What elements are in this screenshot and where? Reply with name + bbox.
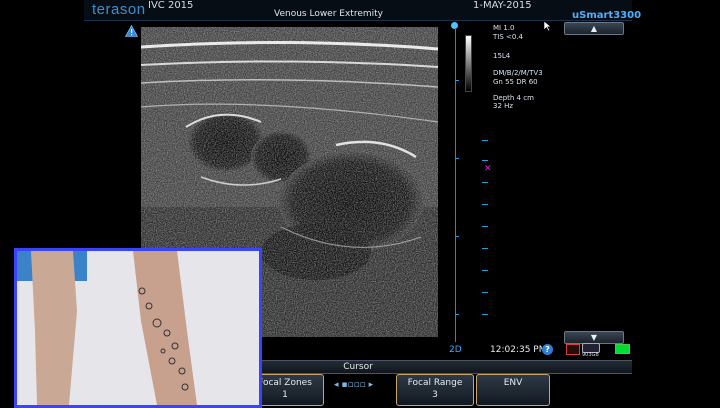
focal-range-label: Focal Range	[407, 378, 463, 388]
focus-tick	[482, 140, 488, 141]
battery-icon	[615, 344, 630, 354]
focus-tick	[482, 314, 488, 315]
focus-tick	[482, 160, 488, 161]
scroll-up-button[interactable]: ▲	[564, 22, 624, 35]
mi-readout: MI 1.0	[493, 24, 515, 32]
storage-readout: 903GB	[582, 352, 599, 358]
focal-zone-marker-icon: ✕	[484, 164, 492, 174]
imaging-mode: 2D	[449, 345, 462, 355]
env-label: ENV	[503, 378, 523, 388]
webcam-overlay	[14, 248, 262, 408]
focal-range-value: 3	[432, 390, 438, 400]
exam-date: 1-MAY-2015	[473, 0, 532, 11]
focus-tick	[482, 292, 488, 293]
tis-readout: TIS <0.4	[493, 33, 524, 41]
focal-range-button[interactable]: Focal Range 3	[396, 374, 474, 406]
depth-tick	[455, 80, 459, 81]
depth-readout: Depth 4 cm	[493, 94, 534, 102]
clock: 12:02:35 PM	[490, 345, 547, 355]
gain-readout: Gn 55 DR 60	[493, 78, 538, 86]
focus-tick	[482, 182, 488, 183]
focus-tick	[482, 270, 488, 271]
mouse-pointer-icon	[543, 20, 552, 32]
exam-title: Venous Lower Extremity	[274, 9, 383, 19]
patient-id: IVC 2015	[148, 0, 194, 11]
terason-logo: terason	[92, 1, 146, 18]
depth-tick	[455, 314, 459, 315]
help-icon[interactable]: ?	[542, 344, 553, 355]
depth-scale-line	[455, 28, 456, 342]
page-indicator[interactable]: ◂ ▪▫▫▫ ▸	[334, 380, 373, 390]
grayscale-bar	[465, 35, 472, 92]
device-model: uSmart3300	[572, 10, 642, 21]
warning-icon[interactable]	[125, 25, 138, 37]
focus-tick	[482, 204, 488, 205]
arrow-down-icon: ▼	[590, 333, 598, 342]
leg-photo	[17, 251, 259, 405]
depth-tick	[455, 236, 459, 237]
probe-readout: 15L4	[493, 52, 511, 60]
frame-rate-readout: 32 Hz	[493, 102, 514, 110]
printer-icon[interactable]	[566, 344, 580, 355]
focus-tick	[482, 248, 488, 249]
env-button[interactable]: ENV	[476, 374, 550, 406]
preset-readout: DM/B/2/M/TV3	[493, 69, 543, 77]
arrow-up-icon: ▲	[590, 24, 598, 33]
focus-tick	[482, 226, 488, 227]
depth-tick	[455, 158, 459, 159]
